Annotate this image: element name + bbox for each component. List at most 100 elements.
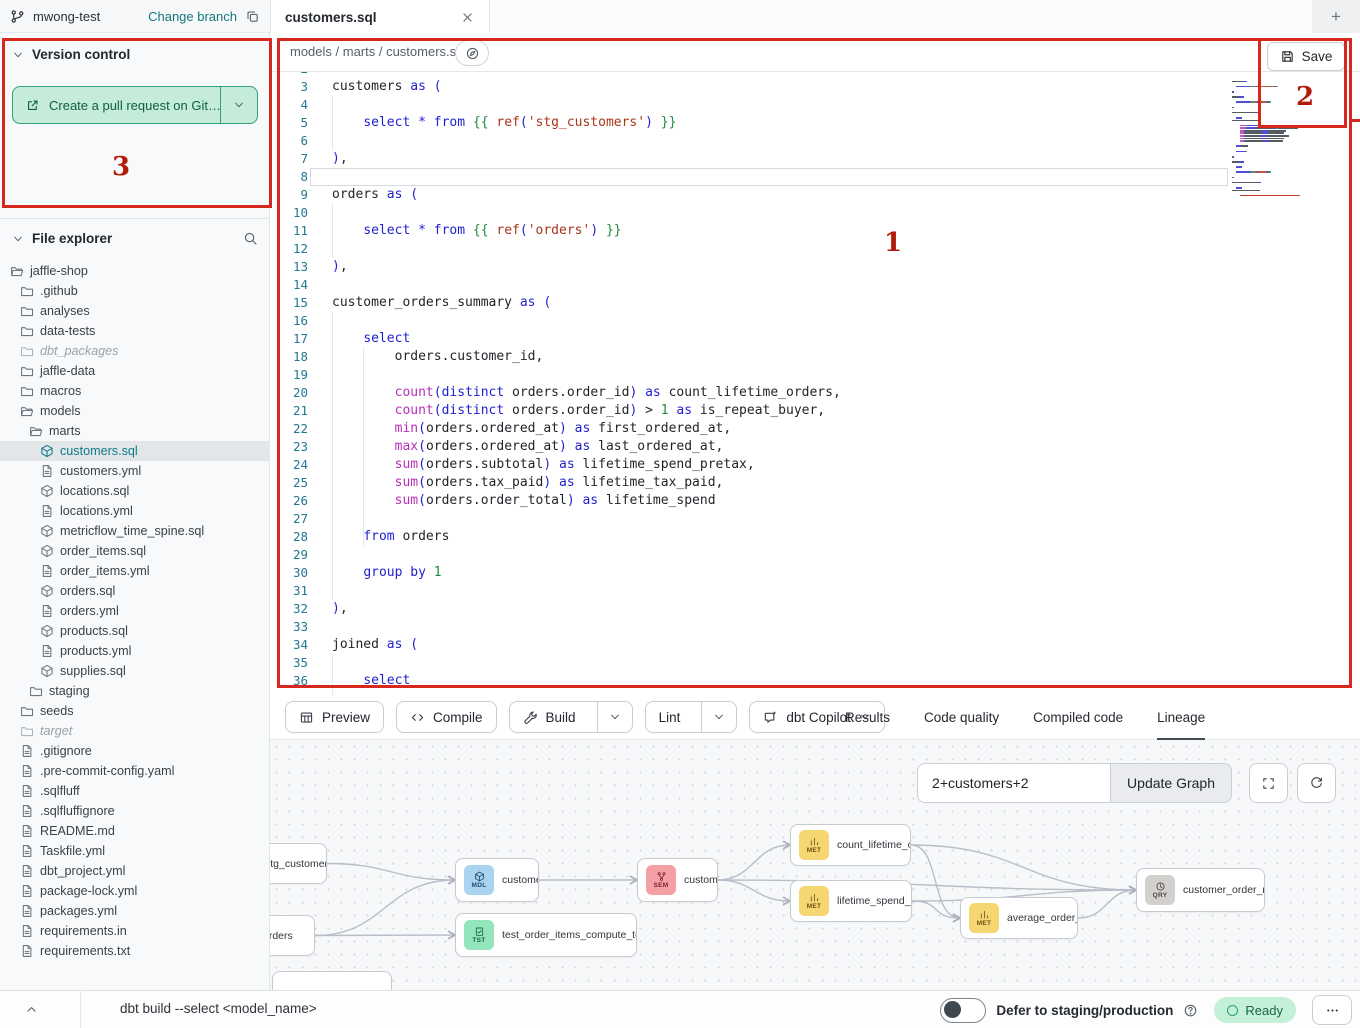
tree-item-products.sql[interactable]: products.sql xyxy=(0,621,270,641)
tree-item-requirements.txt[interactable]: requirements.txt xyxy=(0,941,270,961)
code-line-35: 35 xyxy=(270,654,1360,672)
panel-tab-results[interactable]: Results xyxy=(845,695,890,740)
tree-item-README.md[interactable]: README.md xyxy=(0,821,270,841)
tree-item-analyses[interactable]: analyses xyxy=(0,301,270,321)
tree-item-.sqlfluff[interactable]: .sqlfluff xyxy=(0,781,270,801)
tree-item-customers.yml[interactable]: customers.yml xyxy=(0,461,270,481)
code-line-33: 33 xyxy=(270,618,1360,636)
tree-item-supplies.sql[interactable]: supplies.sql xyxy=(0,661,270,681)
lineage-node-partial[interactable] xyxy=(272,971,392,990)
search-icon[interactable] xyxy=(243,231,258,246)
tree-item-order_items.yml[interactable]: order_items.yml xyxy=(0,561,270,581)
folder-icon xyxy=(29,684,43,698)
close-icon[interactable] xyxy=(460,10,475,25)
tree-item-.github[interactable]: .github xyxy=(0,281,270,301)
fullscreen-button[interactable] xyxy=(1249,763,1288,803)
tree-item-.gitignore[interactable]: .gitignore xyxy=(0,741,270,761)
minimap[interactable] xyxy=(1232,78,1320,196)
tree-item-locations.yml[interactable]: locations.yml xyxy=(0,501,270,521)
folder-icon xyxy=(20,704,34,718)
tree-item-label: target xyxy=(40,724,72,738)
file-icon xyxy=(20,924,34,938)
tree-item-customers.sql[interactable]: customers.sql xyxy=(0,441,270,461)
panel-tabs: Results Code quality Compiled code Lineage xyxy=(845,695,1205,740)
code-editor[interactable]: 23customers as (45 select * from {{ ref(… xyxy=(270,72,1360,695)
folder-icon xyxy=(20,364,34,378)
more-options-button[interactable] xyxy=(1312,995,1352,1025)
lineage-node-customers[interactable]: SEMcustomers xyxy=(637,858,718,902)
lineage-node-stg_customers[interactable]: stg_customers xyxy=(270,843,327,884)
tree-item-staging[interactable]: staging xyxy=(0,681,270,701)
tree-item-models[interactable]: models xyxy=(0,401,270,421)
tree-item-label: Taskfile.yml xyxy=(40,844,105,858)
tree-item-.sqlfluffignore[interactable]: .sqlfluffignore xyxy=(0,801,270,821)
preview-button[interactable]: Preview xyxy=(285,701,384,733)
chevron-down-icon xyxy=(233,99,245,111)
lineage-node-customer_order_metrics[interactable]: QRYcustomer_order_metrics xyxy=(1136,868,1265,912)
lint-button[interactable]: Lint xyxy=(645,701,738,733)
lineage-node-test_order_items_compute_to_bools…[interactable]: TSTtest_order_items_compute_to_bools… xyxy=(455,913,637,957)
command-input[interactable]: dbt build --select <model_name> xyxy=(120,1001,317,1016)
tree-item-package-lock.yml[interactable]: package-lock.yml xyxy=(0,881,270,901)
tree-item-seeds[interactable]: seeds xyxy=(0,701,270,721)
refresh-button[interactable] xyxy=(1297,763,1336,803)
tree-item-dbt_project.yml[interactable]: dbt_project.yml xyxy=(0,861,270,881)
new-tab-zone: + xyxy=(1312,0,1360,33)
tree-item-jaffle-shop[interactable]: jaffle-shop xyxy=(0,261,270,281)
tab-title: customers.sql xyxy=(285,10,377,25)
lineage-node-lifetime_spend_pretax[interactable]: METlifetime_spend_pretax xyxy=(790,880,912,922)
tree-item-jaffle-data[interactable]: jaffle-data xyxy=(0,361,270,381)
breadcrumb: models / marts / customers.sql xyxy=(290,44,466,59)
folder-icon xyxy=(20,284,34,298)
update-graph-button[interactable]: Update Graph xyxy=(1110,763,1232,803)
tree-item-label: models xyxy=(40,404,81,418)
tree-item-packages.yml[interactable]: packages.yml xyxy=(0,901,270,921)
panel-tab-lineage[interactable]: Lineage xyxy=(1157,695,1205,740)
chevron-up-icon[interactable] xyxy=(24,1002,39,1017)
copilot-compass-button[interactable] xyxy=(455,40,489,66)
lineage-node-orders[interactable]: orders xyxy=(270,915,315,956)
create-pr-button[interactable]: Create a pull request on Git… xyxy=(12,86,258,124)
lineage-selector-input[interactable] xyxy=(917,763,1110,803)
tree-item-locations.sql[interactable]: locations.sql xyxy=(0,481,270,501)
code-line-21: 21 count(distinct orders.order_id) > 1 a… xyxy=(270,402,1360,420)
tree-item-Taskfile.yml[interactable]: Taskfile.yml xyxy=(0,841,270,861)
change-branch-link[interactable]: Change branch xyxy=(148,9,237,24)
compile-button[interactable]: Compile xyxy=(396,701,497,733)
tree-item-target[interactable]: target xyxy=(0,721,270,741)
tree-item-data-tests[interactable]: data-tests xyxy=(0,321,270,341)
ready-dot-icon xyxy=(1227,1005,1238,1016)
tree-item-marts[interactable]: marts xyxy=(0,421,270,441)
build-button[interactable]: Build xyxy=(509,701,633,733)
build-dropdown[interactable] xyxy=(597,702,632,732)
code-line-14: 14 xyxy=(270,276,1360,294)
defer-toggle[interactable] xyxy=(940,998,986,1023)
tree-item-macros[interactable]: macros xyxy=(0,381,270,401)
tab-customers-sql[interactable]: customers.sql xyxy=(270,0,490,34)
version-control-header[interactable]: Version control xyxy=(0,33,269,70)
tree-item-orders.yml[interactable]: orders.yml xyxy=(0,601,270,621)
tree-item-requirements.in[interactable]: requirements.in xyxy=(0,921,270,941)
tree-item-.pre-commit-config.yaml[interactable]: .pre-commit-config.yaml xyxy=(0,761,270,781)
tree-item-dbt_packages[interactable]: dbt_packages xyxy=(0,341,270,361)
lint-dropdown[interactable] xyxy=(701,702,736,732)
code-lines: 23customers as (45 select * from {{ ref(… xyxy=(270,72,1360,690)
file-explorer-header[interactable]: File explorer xyxy=(0,219,270,252)
save-button[interactable]: Save xyxy=(1267,42,1345,71)
help-icon[interactable] xyxy=(1183,1003,1198,1018)
create-pr-dropdown[interactable] xyxy=(221,87,257,123)
panel-tab-compiled-code[interactable]: Compiled code xyxy=(1033,695,1123,740)
lineage-node-customers[interactable]: MDLcustomers xyxy=(455,858,539,902)
code-line-13: 13), xyxy=(270,258,1360,276)
lineage-node-average_order_value[interactable]: METaverage_order_value xyxy=(960,897,1078,939)
panel-tab-code-quality[interactable]: Code quality xyxy=(924,695,999,740)
tree-item-metricflow_time_spine.sql[interactable]: metricflow_time_spine.sql xyxy=(0,521,270,541)
folder-icon xyxy=(20,344,34,358)
copy-icon[interactable] xyxy=(245,9,260,24)
lineage-node-count_lifetime_orders[interactable]: METcount_lifetime_orders xyxy=(790,824,911,866)
tree-item-products.yml[interactable]: products.yml xyxy=(0,641,270,661)
tree-item-order_items.sql[interactable]: order_items.sql xyxy=(0,541,270,561)
tree-item-orders.sql[interactable]: orders.sql xyxy=(0,581,270,601)
tree-item-label: seeds xyxy=(40,704,74,718)
new-tab-button[interactable]: + xyxy=(1331,8,1341,25)
